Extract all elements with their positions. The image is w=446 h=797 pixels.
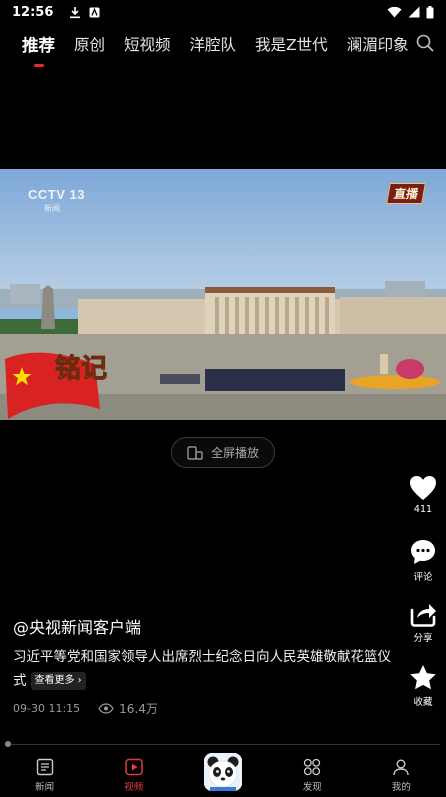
status-notifications <box>69 6 100 19</box>
channel-sub-label: 新闻 <box>44 204 60 213</box>
fullscreen-button[interactable]: 全屏播放 <box>171 437 275 468</box>
post-meta: 09-30 11:15 16.4万 <box>13 700 158 717</box>
tab-original[interactable]: 原创 <box>74 33 105 55</box>
comment-label: 评论 <box>413 572 433 583</box>
download-icon <box>70 6 81 18</box>
star-icon <box>410 665 436 690</box>
search-icon[interactable] <box>414 32 436 54</box>
video-progress-track[interactable] <box>6 744 440 745</box>
tab-recommend[interactable]: 推荐 <box>22 32 55 67</box>
discover-icon <box>304 758 321 775</box>
like-button[interactable]: 411 <box>408 475 438 515</box>
wifi-icon <box>387 6 402 18</box>
video-player[interactable]: 铭记 CCTV 13 新闻 直播 <box>0 169 446 420</box>
nav-profile-label: 我的 <box>391 781 411 793</box>
panda-icon <box>204 753 242 791</box>
fullscreen-label: 全屏播放 <box>210 446 259 460</box>
news-icon <box>36 758 53 775</box>
nav-discover[interactable]: 发现 <box>268 749 357 797</box>
status-time: 12:56 <box>12 4 54 20</box>
tab-short-video[interactable]: 短视频 <box>124 33 171 55</box>
nav-video-label: 视频 <box>124 781 144 793</box>
comment-icon <box>411 540 435 564</box>
share-button[interactable]: 分享 <box>408 601 438 644</box>
live-badge: 直播 <box>386 183 426 204</box>
tab-foreign-voices[interactable]: 洋腔队 <box>190 33 237 55</box>
profile-icon <box>393 759 410 775</box>
tab-lancang-mekong[interactable]: 澜湄印象 <box>347 33 409 55</box>
favorite-label: 收藏 <box>413 697 433 708</box>
video-play-icon <box>125 758 143 775</box>
video-progress-handle[interactable] <box>5 741 11 747</box>
app-notification-icon <box>89 7 100 17</box>
author-name[interactable]: @央视新闻客户端 <box>13 614 141 638</box>
heart-icon <box>410 476 436 500</box>
top-tab-bar: 推荐 原创 短视频 洋腔队 我是Z世代 澜湄印象 <box>0 26 446 67</box>
eye-icon <box>98 703 114 714</box>
view-more-link[interactable]: 查看更多 › <box>30 672 86 690</box>
nav-panda[interactable] <box>178 749 267 797</box>
channel-logo: CCTV 13 <box>28 187 85 202</box>
comment-button[interactable]: 评论 <box>408 538 438 583</box>
panda-button[interactable] <box>204 753 242 791</box>
nav-discover-label: 发现 <box>302 781 322 793</box>
signal-icon <box>408 6 420 18</box>
fullscreen-phone-icon <box>187 445 203 460</box>
status-system-icons <box>387 5 434 19</box>
like-count: 411 <box>413 504 433 515</box>
share-label: 分享 <box>413 633 433 644</box>
overlay-calligraphy: 铭记 <box>55 354 107 384</box>
bottom-nav: 新闻 视频 发现 我的 <box>0 749 446 797</box>
video-frame-scene: 铭记 <box>0 169 446 420</box>
nav-news-label: 新闻 <box>35 781 55 793</box>
video-caption: 习近平等党和国家领导人出席烈士纪念日向人民英雄敬献花篮仪式 查看更多 › <box>13 645 391 693</box>
battery-icon <box>426 5 434 18</box>
nav-video[interactable]: 视频 <box>89 749 178 797</box>
view-count-value: 16.4万 <box>119 702 158 716</box>
share-icon <box>410 604 436 627</box>
view-more-label: 查看更多 <box>34 675 75 686</box>
view-count: 16.4万 <box>98 700 158 717</box>
post-timestamp: 09-30 11:15 <box>13 702 81 715</box>
tab-gen-z[interactable]: 我是Z世代 <box>255 33 328 55</box>
favorite-button[interactable]: 收藏 <box>408 664 438 708</box>
nav-profile[interactable]: 我的 <box>357 749 446 797</box>
status-bar: 12:56 <box>0 0 446 24</box>
nav-news[interactable]: 新闻 <box>0 749 89 797</box>
